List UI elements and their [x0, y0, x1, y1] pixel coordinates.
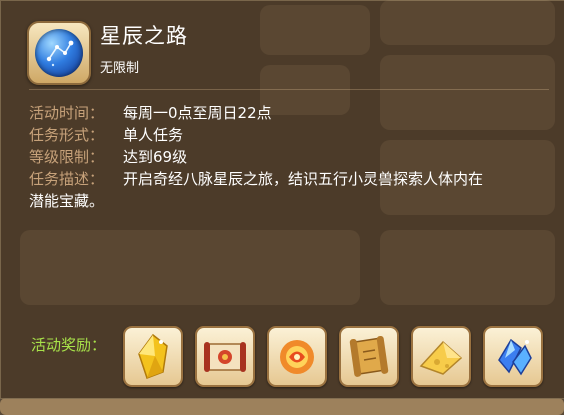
detail-value: 达到69级 [123, 148, 188, 166]
star-orb-icon [27, 21, 91, 85]
blue-crystal-icon[interactable] [483, 326, 543, 387]
activity-tooltip: 星辰之路 无限制 活动时间： 每周一0点至周日22点 任务形式： 单人任务 等级… [0, 0, 564, 399]
limit-text: 无限制 [100, 61, 140, 76]
detail-value: 每周一0点至周日22点 [123, 104, 272, 122]
reward-label: 活动奖励： [31, 336, 107, 354]
fire-orb-icon[interactable] [267, 326, 327, 387]
detail-key: 活动时间： [29, 104, 105, 122]
detail-value: 单人任务 [123, 126, 184, 144]
detail-key: 任务描述： [29, 170, 105, 188]
activity-details: 活动时间： 每周一0点至周日22点 任务形式： 单人任务 等级限制： 达到69级… [29, 102, 483, 212]
detail-row-time: 活动时间： 每周一0点至周日22点 [29, 102, 483, 124]
detail-value: 潜能宝藏。 [29, 192, 105, 210]
gold-crystal-icon[interactable] [123, 326, 183, 387]
detail-key: 任务形式： [29, 126, 105, 144]
description-continuation: 潜能宝藏。 [29, 190, 483, 212]
detail-value: 开启奇经八脉星辰之旅，结识五行小灵兽探索人体内在 [123, 170, 484, 188]
detail-row-level: 等级限制： 达到69级 [29, 146, 483, 168]
cheese-stone-icon[interactable] [411, 326, 471, 387]
detail-row-form: 任务形式： 单人任务 [29, 124, 483, 146]
activity-title: 星辰之路 [100, 24, 188, 48]
divider [29, 89, 549, 90]
detail-key: 等级限制： [29, 148, 105, 166]
red-scroll-icon[interactable] [195, 326, 255, 387]
treasure-map-icon[interactable] [339, 326, 399, 387]
detail-row-description: 任务描述： 开启奇经八脉星辰之旅，结识五行小灵兽探索人体内在 [29, 168, 483, 190]
